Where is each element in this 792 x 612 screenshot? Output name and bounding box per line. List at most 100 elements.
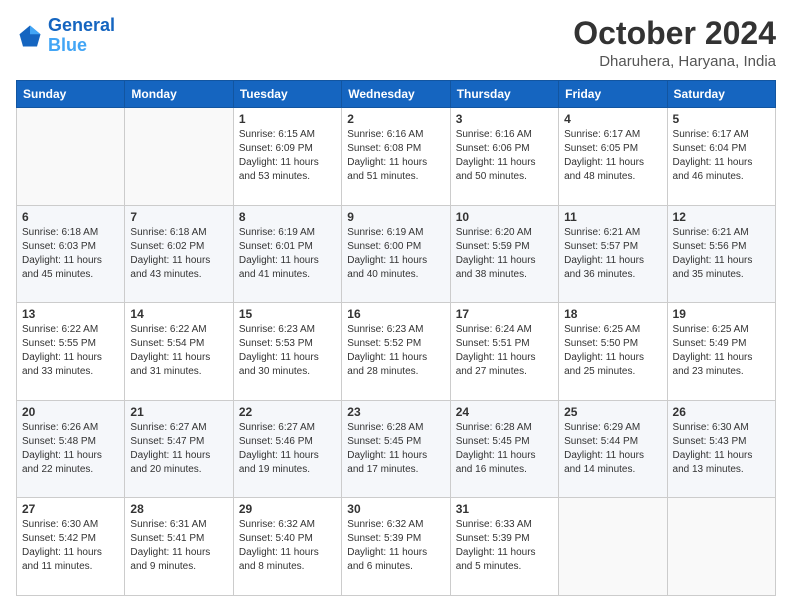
- table-cell: 15Sunrise: 6:23 AM Sunset: 5:53 PM Dayli…: [233, 303, 341, 401]
- cell-text: Sunrise: 6:18 AM Sunset: 6:03 PM Dayligh…: [22, 226, 119, 282]
- header-friday: Friday: [559, 81, 667, 108]
- table-cell: 23 Sunrise: 6:28 AM Sunset: 5:45 PM Dayli…: [342, 400, 450, 498]
- table-cell: 1 Sunrise: 6:15 AM Sunset: 6:09 PM Daylig…: [233, 108, 341, 206]
- table-cell: 26 Sunrise: 6:30 AM Sunset: 5:43 PM Dayli…: [667, 400, 775, 498]
- day-number: 23: [347, 405, 444, 419]
- table-cell: 2 Sunrise: 6:16 AM Sunset: 6:08 PM Daylig…: [342, 108, 450, 206]
- week-row-4: 27 Sunrise: 6:30 AM Sunset: 5:42 PM Dayli…: [17, 498, 776, 596]
- table-cell: 9 Sunrise: 6:19 AM Sunset: 6:00 PM Daylig…: [342, 205, 450, 303]
- day-number: 2: [347, 112, 444, 126]
- table-cell: 8Sunrise: 6:19 AM Sunset: 6:01 PM Daylig…: [233, 205, 341, 303]
- cell-text: Sunrise: 6:19 AM Sunset: 6:01 PM Dayligh…: [239, 226, 336, 282]
- day-number: 19: [673, 307, 770, 321]
- header-wednesday: Wednesday: [342, 81, 450, 108]
- cell-text: Sunrise: 6:27 AM Sunset: 5:47 PM Dayligh…: [130, 421, 227, 477]
- calendar: Sunday Monday Tuesday Wednesday Thursday…: [16, 80, 776, 596]
- day-number: 25: [564, 405, 661, 419]
- day-number: 26: [673, 405, 770, 419]
- cell-text: Sunrise: 6:16 AM Sunset: 6:06 PM Dayligh…: [456, 128, 553, 184]
- day-number: 3: [456, 112, 553, 126]
- page: General Blue October 2024 Dharuhera, Har…: [0, 0, 792, 612]
- table-cell: 14Sunrise: 6:22 AM Sunset: 5:54 PM Dayli…: [125, 303, 233, 401]
- table-cell: 21 Sunrise: 6:27 AM Sunset: 5:47 PM Dayli…: [125, 400, 233, 498]
- table-cell: 18Sunrise: 6:25 AM Sunset: 5:50 PM Dayli…: [559, 303, 667, 401]
- table-cell: 6 Sunrise: 6:18 AM Sunset: 6:03 PM Daylig…: [17, 205, 125, 303]
- table-cell: 31 Sunrise: 6:33 AM Sunset: 5:39 PM Dayli…: [450, 498, 558, 596]
- title-block: October 2024 Dharuhera, Haryana, India: [573, 16, 776, 70]
- day-number: 5: [673, 112, 770, 126]
- day-number: 31: [456, 502, 553, 516]
- day-number: 12: [673, 210, 770, 224]
- cell-text: Sunrise: 6:31 AM Sunset: 5:41 PM Dayligh…: [130, 518, 227, 574]
- cell-text: Sunrise: 6:23 AM Sunset: 5:53 PM Dayligh…: [239, 323, 336, 379]
- week-row-3: 20 Sunrise: 6:26 AM Sunset: 5:48 PM Dayli…: [17, 400, 776, 498]
- location: Dharuhera, Haryana, India: [573, 53, 776, 70]
- table-cell: 12 Sunrise: 6:21 AM Sunset: 5:56 PM Dayli…: [667, 205, 775, 303]
- week-row-0: 1 Sunrise: 6:15 AM Sunset: 6:09 PM Daylig…: [17, 108, 776, 206]
- cell-text: Sunrise: 6:25 AM Sunset: 5:50 PM Dayligh…: [564, 323, 661, 379]
- day-number: 6: [22, 210, 119, 224]
- cell-text: Sunrise: 6:17 AM Sunset: 6:05 PM Dayligh…: [564, 128, 661, 184]
- day-number: 29: [239, 502, 336, 516]
- day-number: 1: [239, 112, 336, 126]
- table-cell: 20 Sunrise: 6:26 AM Sunset: 5:48 PM Dayli…: [17, 400, 125, 498]
- cell-text: Sunrise: 6:23 AM Sunset: 5:52 PM Dayligh…: [347, 323, 444, 379]
- day-number: 4: [564, 112, 661, 126]
- day-number: 30: [347, 502, 444, 516]
- day-number: 9: [347, 210, 444, 224]
- cell-text: Sunrise: 6:21 AM Sunset: 5:56 PM Dayligh…: [673, 226, 770, 282]
- day-number: 14: [130, 307, 227, 321]
- header-saturday: Saturday: [667, 81, 775, 108]
- header-thursday: Thursday: [450, 81, 558, 108]
- logo: General Blue: [16, 16, 115, 56]
- table-cell: 24 Sunrise: 6:28 AM Sunset: 5:45 PM Dayli…: [450, 400, 558, 498]
- day-number: 24: [456, 405, 553, 419]
- table-cell: 13Sunrise: 6:22 AM Sunset: 5:55 PM Dayli…: [17, 303, 125, 401]
- month-title: October 2024: [573, 16, 776, 51]
- table-cell: [125, 108, 233, 206]
- day-number: 27: [22, 502, 119, 516]
- table-cell: [667, 498, 775, 596]
- cell-text: Sunrise: 6:19 AM Sunset: 6:00 PM Dayligh…: [347, 226, 444, 282]
- day-number: 10: [456, 210, 553, 224]
- day-number: 11: [564, 210, 661, 224]
- table-cell: 4 Sunrise: 6:17 AM Sunset: 6:05 PM Daylig…: [559, 108, 667, 206]
- table-cell: 27 Sunrise: 6:30 AM Sunset: 5:42 PM Dayli…: [17, 498, 125, 596]
- table-cell: 16 Sunrise: 6:23 AM Sunset: 5:52 PM Dayli…: [342, 303, 450, 401]
- table-cell: 25 Sunrise: 6:29 AM Sunset: 5:44 PM Dayli…: [559, 400, 667, 498]
- header-monday: Monday: [125, 81, 233, 108]
- calendar-header-row: Sunday Monday Tuesday Wednesday Thursday…: [17, 81, 776, 108]
- day-number: 22: [239, 405, 336, 419]
- header: General Blue October 2024 Dharuhera, Har…: [16, 16, 776, 70]
- cell-text: Sunrise: 6:29 AM Sunset: 5:44 PM Dayligh…: [564, 421, 661, 477]
- cell-text: Sunrise: 6:16 AM Sunset: 6:08 PM Dayligh…: [347, 128, 444, 184]
- table-cell: 5 Sunrise: 6:17 AM Sunset: 6:04 PM Daylig…: [667, 108, 775, 206]
- cell-text: Sunrise: 6:26 AM Sunset: 5:48 PM Dayligh…: [22, 421, 119, 477]
- table-cell: [17, 108, 125, 206]
- cell-text: Sunrise: 6:28 AM Sunset: 5:45 PM Dayligh…: [347, 421, 444, 477]
- table-cell: 19 Sunrise: 6:25 AM Sunset: 5:49 PM Dayli…: [667, 303, 775, 401]
- cell-text: Sunrise: 6:17 AM Sunset: 6:04 PM Dayligh…: [673, 128, 770, 184]
- week-row-2: 13Sunrise: 6:22 AM Sunset: 5:55 PM Dayli…: [17, 303, 776, 401]
- cell-text: Sunrise: 6:33 AM Sunset: 5:39 PM Dayligh…: [456, 518, 553, 574]
- week-row-1: 6 Sunrise: 6:18 AM Sunset: 6:03 PM Daylig…: [17, 205, 776, 303]
- cell-text: Sunrise: 6:15 AM Sunset: 6:09 PM Dayligh…: [239, 128, 336, 184]
- cell-text: Sunrise: 6:32 AM Sunset: 5:40 PM Dayligh…: [239, 518, 336, 574]
- table-cell: 10Sunrise: 6:20 AM Sunset: 5:59 PM Dayli…: [450, 205, 558, 303]
- day-number: 17: [456, 307, 553, 321]
- day-number: 16: [347, 307, 444, 321]
- cell-text: Sunrise: 6:30 AM Sunset: 5:42 PM Dayligh…: [22, 518, 119, 574]
- table-cell: 28Sunrise: 6:31 AM Sunset: 5:41 PM Dayli…: [125, 498, 233, 596]
- logo-text: General Blue: [48, 16, 115, 56]
- cell-text: Sunrise: 6:28 AM Sunset: 5:45 PM Dayligh…: [456, 421, 553, 477]
- cell-text: Sunrise: 6:25 AM Sunset: 5:49 PM Dayligh…: [673, 323, 770, 379]
- cell-text: Sunrise: 6:30 AM Sunset: 5:43 PM Dayligh…: [673, 421, 770, 477]
- day-number: 21: [130, 405, 227, 419]
- table-cell: 29 Sunrise: 6:32 AM Sunset: 5:40 PM Dayli…: [233, 498, 341, 596]
- day-number: 20: [22, 405, 119, 419]
- table-cell: 3 Sunrise: 6:16 AM Sunset: 6:06 PM Daylig…: [450, 108, 558, 206]
- day-number: 13: [22, 307, 119, 321]
- table-cell: 17Sunrise: 6:24 AM Sunset: 5:51 PM Dayli…: [450, 303, 558, 401]
- cell-text: Sunrise: 6:32 AM Sunset: 5:39 PM Dayligh…: [347, 518, 444, 574]
- cell-text: Sunrise: 6:27 AM Sunset: 5:46 PM Dayligh…: [239, 421, 336, 477]
